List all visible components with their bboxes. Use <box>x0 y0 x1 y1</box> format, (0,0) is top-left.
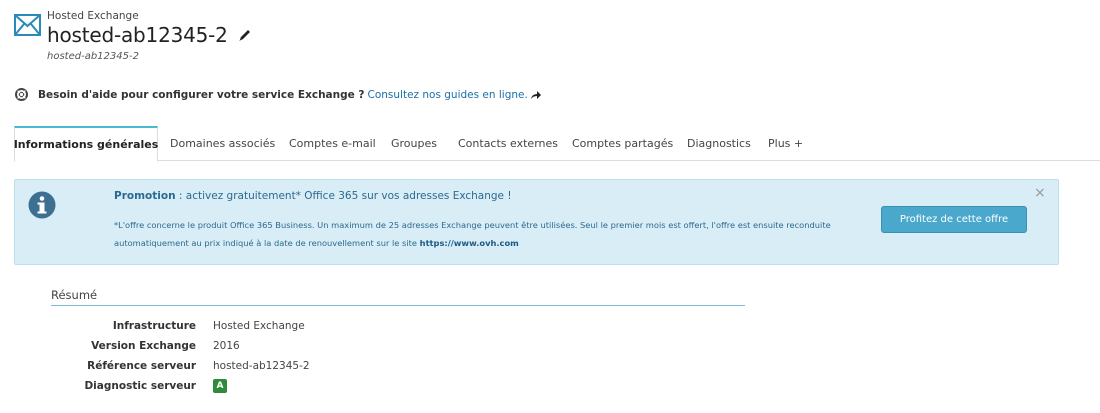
promo-alert: Promotion : activez gratuitement* Office… <box>14 179 1059 265</box>
tab-shared-accounts[interactable]: Comptes partagés <box>572 126 673 161</box>
ovh-link[interactable]: https://www.ovh.com <box>420 238 519 248</box>
summary-label: Diagnostic serveur <box>84 380 196 392</box>
title-row: hosted-ab12345-2 <box>47 23 252 47</box>
promo-title-strong: Promotion <box>114 190 176 202</box>
tab-more[interactable]: Plus + <box>768 126 803 161</box>
guides-link[interactable]: Consultez nos guides en ligne. <box>368 89 528 101</box>
promo-body: *L'offre concerne le produit Office 365 … <box>114 216 854 252</box>
summary-divider <box>51 305 745 306</box>
tab-email-accounts[interactable]: Comptes e-mail <box>289 126 376 161</box>
info-icon <box>28 191 56 219</box>
tab-external-contacts[interactable]: Contacts externes <box>458 126 558 161</box>
lifebuoy-icon <box>15 88 28 101</box>
tab-groups[interactable]: Groupes <box>391 126 437 161</box>
summary-row-infrastructure: Infrastructure Hosted Exchange <box>0 320 400 340</box>
summary-value: Hosted Exchange <box>213 320 305 332</box>
page-subtitle: hosted-ab12345-2 <box>47 51 139 62</box>
summary-label: Référence serveur <box>87 360 196 372</box>
service-type: Hosted Exchange <box>47 10 139 22</box>
summary-row-exchange-version: Version Exchange 2016 <box>0 340 400 360</box>
pencil-icon[interactable] <box>238 28 252 42</box>
summary-value: hosted-ab12345-2 <box>213 360 310 372</box>
summary-row-server-reference: Référence serveur hosted-ab12345-2 <box>0 360 400 380</box>
arrow-right-icon[interactable] <box>530 90 542 100</box>
tab-diagnostics[interactable]: Diagnostics <box>687 126 751 161</box>
summary-label: Version Exchange <box>91 340 196 352</box>
summary-row-server-diagnostic: Diagnostic serveur A <box>0 379 400 400</box>
help-text: Besoin d'aide pour configurer votre serv… <box>38 88 365 101</box>
promo-title: Promotion : activez gratuitement* Office… <box>114 190 512 202</box>
tab-bar: Informations générales Domaines associés… <box>14 126 1100 162</box>
tab-general-info[interactable]: Informations générales <box>14 126 158 162</box>
page-title: hosted-ab12345-2 <box>47 23 228 47</box>
take-offer-button[interactable]: Profitez de cette offre <box>881 206 1027 233</box>
summary-title: Résumé <box>51 288 98 302</box>
promo-title-rest: : activez gratuitement* Office 365 sur v… <box>175 190 512 202</box>
help-banner: Besoin d'aide pour configurer votre serv… <box>15 88 542 101</box>
summary-label: Infrastructure <box>112 320 196 332</box>
mail-icon <box>14 14 41 36</box>
diagnostic-grade-badge: A <box>213 379 227 393</box>
tab-associated-domains[interactable]: Domaines associés <box>170 126 275 161</box>
close-icon[interactable]: × <box>1034 186 1046 200</box>
summary-value: 2016 <box>213 340 240 352</box>
